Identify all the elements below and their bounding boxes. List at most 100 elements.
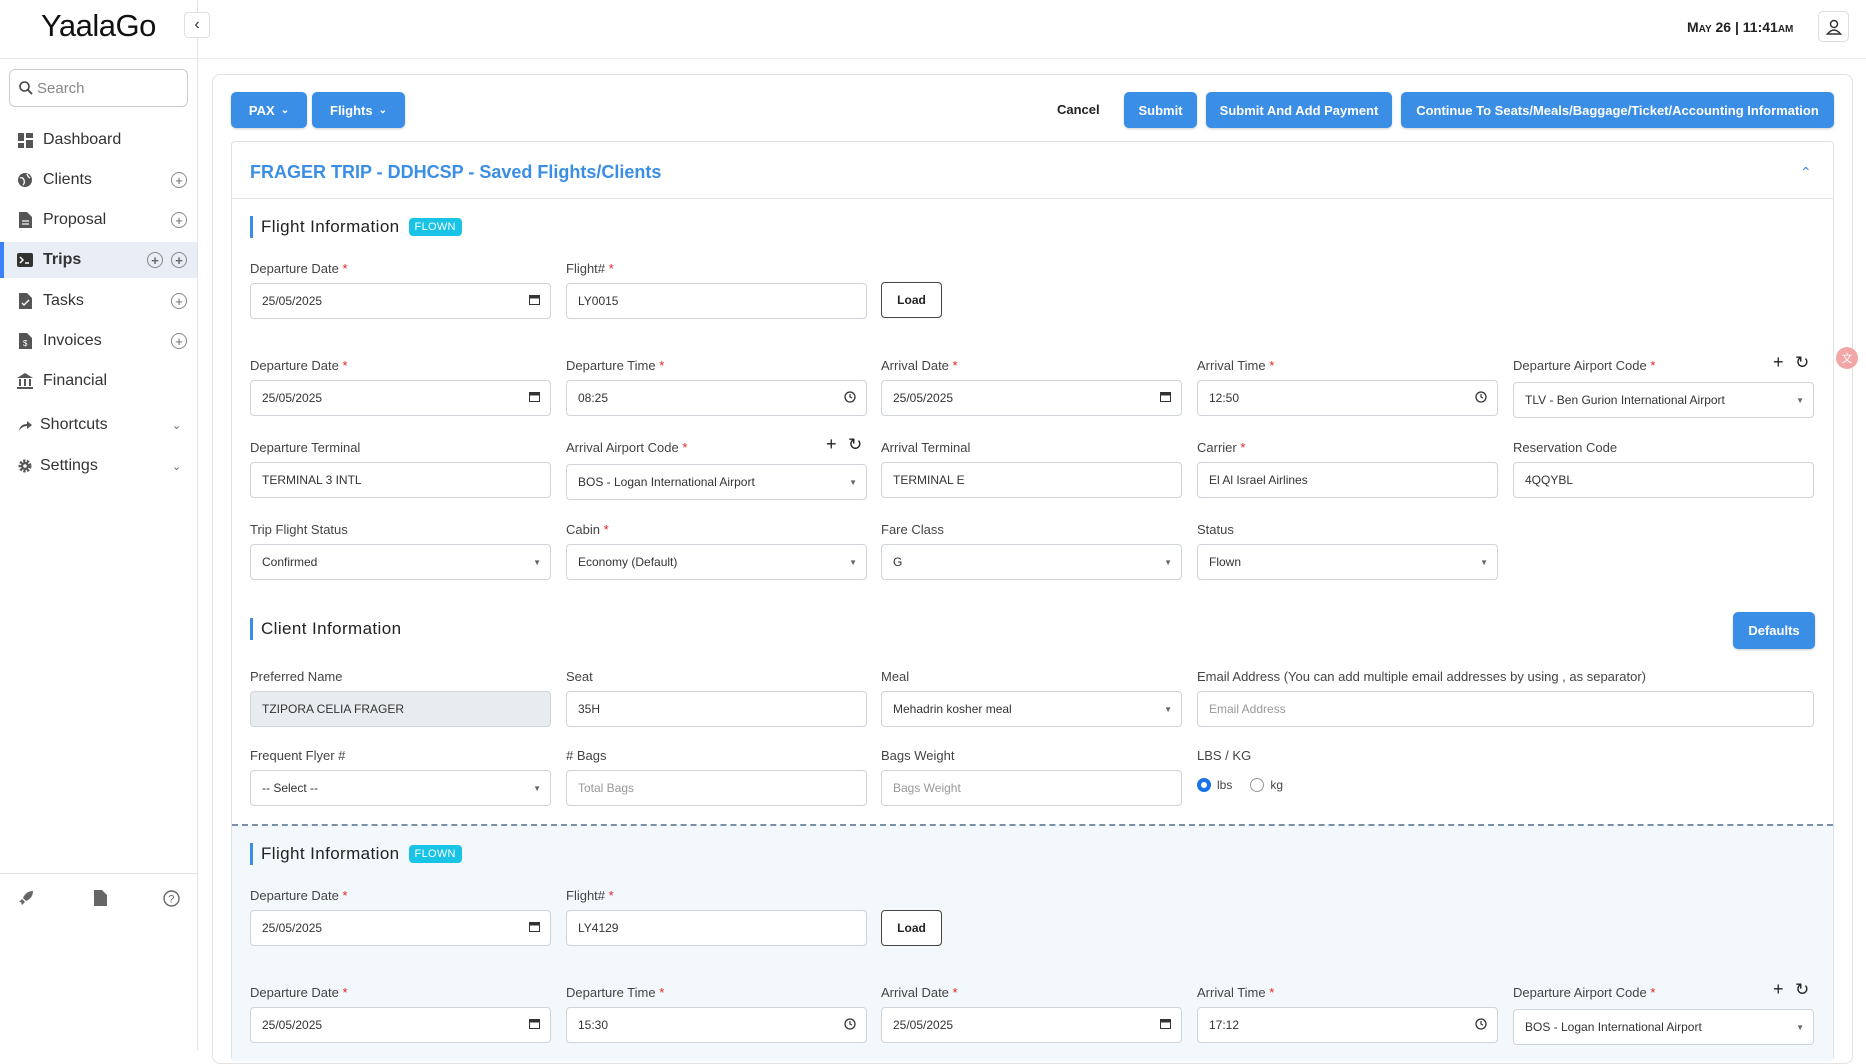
- arrival-time-input[interactable]: 12:50: [1197, 380, 1498, 416]
- help-icon[interactable]: ?: [163, 890, 181, 908]
- meal-select[interactable]: Mehadrin kosher meal ▼: [881, 691, 1182, 727]
- frequent-flyer-select[interactable]: -- Select -- ▼: [250, 770, 551, 806]
- add-trip-alt-icon[interactable]: +: [171, 252, 187, 268]
- lbs-radio[interactable]: [1197, 778, 1211, 792]
- calendar-icon: [529, 391, 540, 405]
- invoice-icon: $: [16, 332, 34, 350]
- field-label: Trip Flight Status: [250, 522, 348, 537]
- search-departure-date-input[interactable]: 25/05/2025: [250, 910, 551, 946]
- status-select[interactable]: Flown ▼: [1197, 544, 1498, 580]
- add-invoice-icon[interactable]: +: [171, 333, 187, 349]
- chevron-up-icon[interactable]: ⌃: [1800, 164, 1812, 181]
- flights-dropdown-button[interactable]: Flights ⌄: [312, 92, 405, 128]
- client-info-label: Client Information: [261, 619, 402, 638]
- chevron-down-icon: ⌄: [280, 104, 290, 116]
- sidebar-item-settings[interactable]: Settings ⌄: [0, 448, 197, 484]
- preferred-name-input: TZIPORA CELIA FRAGER: [250, 691, 551, 727]
- refresh-icon[interactable]: ↻: [848, 435, 862, 455]
- sidebar-item-label: Settings: [40, 457, 98, 474]
- sidebar-item-tasks[interactable]: Tasks +: [0, 283, 197, 319]
- departure-time-input[interactable]: 08:25: [566, 380, 867, 416]
- rocket-icon[interactable]: [18, 890, 36, 908]
- total-bags-input[interactable]: Total Bags: [566, 770, 867, 806]
- sidebar-item-shortcuts[interactable]: Shortcuts ⌄: [0, 407, 197, 443]
- field-label: Preferred Name: [250, 669, 343, 684]
- field-label: Departure Terminal: [250, 440, 361, 455]
- add-task-icon[interactable]: +: [171, 293, 187, 309]
- search-departure-date-input[interactable]: 25/05/2025: [250, 283, 551, 319]
- sidebar-item-label: Trips: [43, 251, 82, 268]
- arrival-date-input[interactable]: 25/05/2025: [881, 380, 1182, 416]
- departure-terminal-input[interactable]: TERMINAL 3 INTL: [250, 462, 551, 498]
- carrier-input[interactable]: El Al Israel Airlines: [1197, 462, 1498, 498]
- submit-add-payment-button[interactable]: Submit And Add Payment: [1206, 92, 1392, 128]
- translate-icon[interactable]: 文: [1836, 347, 1858, 369]
- departure-date-input[interactable]: 25/05/2025: [250, 1007, 551, 1043]
- sidebar-item-label: Dashboard: [43, 131, 122, 148]
- field-label: Departure Date *: [250, 358, 348, 373]
- user-menu-button[interactable]: [1818, 11, 1849, 42]
- arrival-terminal-input[interactable]: TERMINAL E: [881, 462, 1182, 498]
- field-label: Arrival Date *: [881, 358, 958, 373]
- sidebar-item-financial[interactable]: Financial: [0, 363, 197, 399]
- field-label: Arrival Time *: [1197, 985, 1275, 1000]
- sidebar-item-trips[interactable]: Trips + +: [0, 242, 197, 278]
- defaults-button[interactable]: Defaults: [1733, 612, 1815, 649]
- email-field[interactable]: Email Address: [1197, 691, 1814, 727]
- continue-button[interactable]: Continue To Seats/Meals/Baggage/Ticket/A…: [1401, 92, 1834, 128]
- arrival-time-input[interactable]: 17:12: [1197, 1007, 1498, 1043]
- app-logo: YaalaGo: [41, 8, 156, 43]
- user-icon: [1825, 19, 1842, 35]
- document-icon[interactable]: [94, 890, 112, 908]
- clock-icon: [844, 391, 856, 406]
- add-trip-icon[interactable]: +: [147, 252, 163, 268]
- sidebar-collapse-button[interactable]: ‹: [184, 12, 210, 38]
- flight-number-input[interactable]: LY4129: [566, 910, 867, 946]
- sidebar-item-clients[interactable]: Clients +: [0, 162, 197, 198]
- seat-input[interactable]: 35H: [566, 691, 867, 727]
- add-proposal-icon[interactable]: +: [171, 212, 187, 228]
- clock-icon: [1475, 1018, 1487, 1033]
- field-label: Departure Time *: [566, 985, 665, 1000]
- departure-date-input[interactable]: 25/05/2025: [250, 380, 551, 416]
- field-label: LBS / KG: [1197, 748, 1252, 763]
- trip-flight-status-select[interactable]: Confirmed ▼: [250, 544, 551, 580]
- field-label: Email Address (You can add multiple emai…: [1197, 669, 1646, 684]
- caret-down-icon: ▼: [1796, 1023, 1804, 1032]
- sidebar-item-proposal[interactable]: Proposal +: [0, 202, 197, 238]
- flight-info-title: Flight Information FLOWN: [250, 843, 462, 865]
- refresh-icon[interactable]: ↻: [1795, 980, 1809, 1000]
- add-client-icon[interactable]: +: [171, 172, 187, 188]
- reservation-code-input[interactable]: 4QQYBL: [1513, 462, 1814, 498]
- sidebar: YaalaGo Search Dashboard Clients + Propo…: [0, 0, 198, 1050]
- flight-info-label: Flight Information: [261, 844, 400, 863]
- add-airport-icon[interactable]: +: [1773, 352, 1784, 373]
- fare-class-select[interactable]: G ▼: [881, 544, 1182, 580]
- field-label: Carrier *: [1197, 440, 1246, 455]
- refresh-icon[interactable]: ↻: [1795, 353, 1809, 373]
- search-input[interactable]: Search: [9, 69, 188, 107]
- flight-number-input[interactable]: LY0015: [566, 283, 867, 319]
- departure-airport-select[interactable]: BOS - Logan International Airport ▼: [1513, 1009, 1814, 1045]
- share-icon: [16, 416, 34, 434]
- kg-radio[interactable]: [1250, 778, 1265, 792]
- add-airport-icon[interactable]: +: [826, 434, 837, 455]
- submit-button[interactable]: Submit: [1124, 92, 1197, 128]
- arrival-date-input[interactable]: 25/05/2025: [881, 1007, 1182, 1043]
- sidebar-item-invoices[interactable]: $ Invoices +: [0, 323, 197, 359]
- add-airport-icon[interactable]: +: [1773, 979, 1784, 1000]
- clock-icon: [1475, 391, 1487, 406]
- arrival-airport-select[interactable]: BOS - Logan International Airport ▼: [566, 464, 867, 500]
- load-button[interactable]: Load: [881, 282, 942, 318]
- pax-dropdown-button[interactable]: PAX ⌄: [231, 92, 307, 128]
- bags-weight-input[interactable]: Bags Weight: [881, 770, 1182, 806]
- flight-info-title: Flight Information FLOWN: [250, 216, 462, 238]
- cabin-select[interactable]: Economy (Default) ▼: [566, 544, 867, 580]
- departure-time-input[interactable]: 15:30: [566, 1007, 867, 1043]
- departure-airport-select[interactable]: TLV - Ben Gurion International Airport ▼: [1513, 382, 1814, 418]
- sidebar-item-dashboard[interactable]: Dashboard: [0, 122, 197, 158]
- load-button[interactable]: Load: [881, 910, 942, 946]
- lbs-label: lbs: [1217, 778, 1233, 792]
- cancel-button[interactable]: Cancel: [1057, 102, 1100, 117]
- terminal-icon: [16, 251, 34, 269]
